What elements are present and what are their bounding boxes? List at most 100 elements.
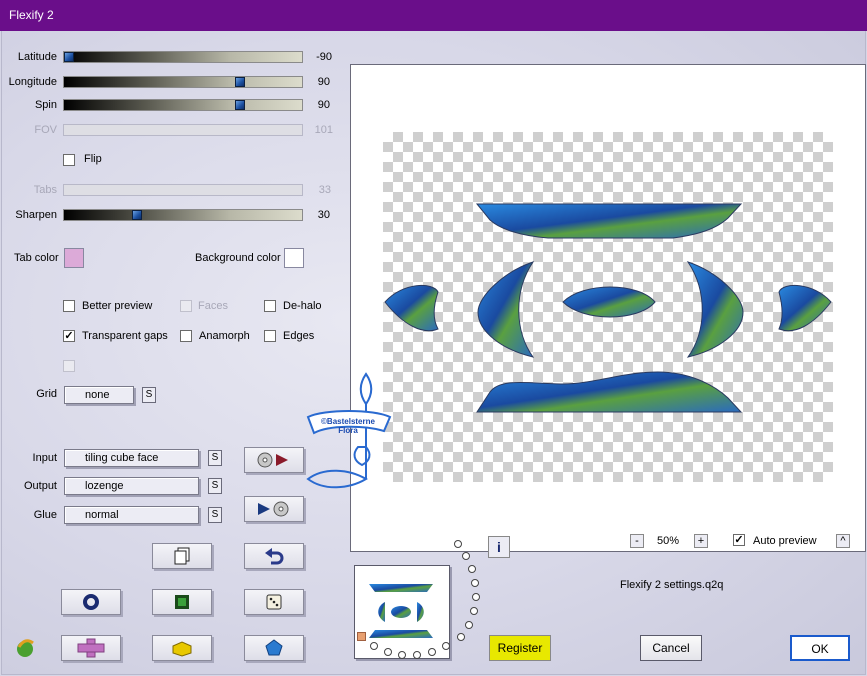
thumbnail-corner-handle[interactable] bbox=[357, 632, 366, 641]
tabs-slider bbox=[63, 184, 303, 196]
pentagon-icon bbox=[265, 639, 283, 656]
nav-dot[interactable] bbox=[413, 651, 421, 659]
nav-dot[interactable] bbox=[472, 593, 480, 601]
flip-label: Flip bbox=[84, 153, 102, 165]
better-preview-label: Better preview bbox=[82, 300, 153, 312]
zoom-value: 50% bbox=[657, 535, 680, 547]
zoom-out-button[interactable]: - bbox=[630, 534, 644, 548]
faces-label: Faces bbox=[198, 300, 228, 312]
anamorph-label: Anamorph bbox=[199, 330, 250, 342]
longitude-slider-thumb[interactable] bbox=[235, 77, 245, 87]
cancel-button[interactable]: Cancel bbox=[640, 635, 702, 661]
latitude-slider-thumb[interactable] bbox=[64, 52, 74, 62]
flexify-logo-icon bbox=[17, 639, 34, 657]
glue-label: Glue bbox=[33, 509, 57, 521]
transparent-gaps-checkbox[interactable]: ✓ bbox=[63, 330, 75, 342]
nav-dot[interactable] bbox=[442, 642, 450, 650]
output-select[interactable]: lozenge bbox=[64, 477, 199, 495]
thumbnail-preview[interactable] bbox=[354, 565, 450, 659]
input-apply-button[interactable] bbox=[244, 447, 304, 473]
glue-select[interactable]: normal bbox=[64, 506, 199, 524]
ok-button[interactable]: OK bbox=[790, 635, 850, 661]
latitude-value: -90 bbox=[316, 51, 332, 63]
pentagon-button[interactable] bbox=[244, 635, 304, 661]
dice-button[interactable] bbox=[244, 589, 304, 615]
ring-icon bbox=[83, 594, 99, 610]
grid-s-button[interactable]: S bbox=[142, 387, 156, 403]
longitude-value: 90 bbox=[317, 76, 330, 88]
ring-button[interactable] bbox=[61, 589, 121, 615]
auto-preview-label: Auto preview bbox=[753, 535, 817, 547]
better-preview-checkbox[interactable] bbox=[63, 300, 75, 312]
input-select[interactable]: tiling cube face bbox=[64, 449, 199, 467]
flexified-image bbox=[384, 203, 832, 413]
zoom-in-button[interactable]: + bbox=[694, 534, 708, 548]
auto-preview-checkbox[interactable]: ✓ bbox=[733, 534, 745, 546]
flip-checkbox[interactable] bbox=[63, 154, 75, 166]
latitude-slider[interactable] bbox=[63, 51, 303, 63]
info-button[interactable]: i bbox=[488, 536, 510, 558]
nav-dot[interactable] bbox=[470, 607, 478, 615]
copy-icon bbox=[174, 547, 190, 565]
transparent-gaps-label: Transparent gaps bbox=[82, 330, 168, 342]
nav-dot[interactable] bbox=[384, 648, 392, 656]
longitude-slider[interactable] bbox=[63, 76, 303, 88]
input-s-button[interactable]: S bbox=[208, 450, 222, 466]
tabs-label: Tabs bbox=[33, 184, 57, 196]
nav-dot[interactable] bbox=[398, 651, 406, 659]
nav-dot[interactable] bbox=[471, 579, 479, 587]
nav-dot[interactable] bbox=[428, 648, 436, 656]
grid-select[interactable]: none bbox=[64, 386, 134, 404]
nav-dot[interactable] bbox=[370, 642, 378, 650]
edges-checkbox[interactable] bbox=[264, 330, 276, 342]
undo-button[interactable] bbox=[244, 543, 304, 569]
square-button[interactable] bbox=[152, 589, 212, 615]
tab-color-swatch[interactable] bbox=[64, 248, 84, 268]
spin-slider[interactable] bbox=[63, 99, 303, 111]
undo-icon bbox=[265, 548, 284, 565]
dice-icon bbox=[266, 594, 282, 610]
longitude-label: Longitude bbox=[8, 76, 57, 88]
output-label: Output bbox=[23, 480, 57, 492]
preview-panel[interactable] bbox=[350, 64, 866, 552]
settings-filename: Flexify 2 settings.q2q bbox=[620, 579, 724, 591]
output-apply-button[interactable] bbox=[244, 496, 304, 522]
glue-s-button[interactable]: S bbox=[208, 507, 222, 523]
nav-dot[interactable] bbox=[465, 621, 473, 629]
fov-slider bbox=[63, 124, 303, 136]
tab-color-label: Tab color bbox=[14, 252, 59, 264]
spin-slider-thumb[interactable] bbox=[235, 100, 245, 110]
fov-value: 101 bbox=[314, 124, 333, 136]
background-color-label: Background color bbox=[195, 252, 281, 264]
anamorph-checkbox[interactable] bbox=[180, 330, 192, 342]
watermark-text: ©Bastelsterne Flora bbox=[321, 417, 375, 435]
sharpen-slider-thumb[interactable] bbox=[132, 210, 142, 220]
register-button[interactable]: Register bbox=[489, 635, 551, 661]
faces-checkbox bbox=[180, 300, 192, 312]
nav-dot[interactable] bbox=[468, 565, 476, 573]
brick-button[interactable] bbox=[152, 635, 212, 661]
sharpen-slider[interactable] bbox=[63, 209, 303, 221]
de-halo-checkbox[interactable] bbox=[264, 300, 276, 312]
nav-dot[interactable] bbox=[462, 552, 470, 560]
preview-image bbox=[383, 132, 833, 482]
cross-button[interactable] bbox=[61, 635, 121, 661]
grid-label: Grid bbox=[36, 388, 57, 400]
square-icon bbox=[175, 595, 189, 609]
latitude-label: Latitude bbox=[17, 51, 57, 63]
copy-button[interactable] bbox=[152, 543, 212, 569]
input-label: Input bbox=[32, 452, 57, 464]
spin-label: Spin bbox=[34, 99, 57, 111]
brick-icon bbox=[172, 641, 192, 657]
nav-dot[interactable] bbox=[454, 540, 462, 548]
output-s-button[interactable]: S bbox=[208, 478, 222, 494]
background-color-swatch[interactable] bbox=[284, 248, 304, 268]
expand-button[interactable]: ^ bbox=[836, 534, 850, 548]
disc-arrow-icon bbox=[257, 452, 288, 468]
arrow-disc-icon bbox=[258, 501, 289, 517]
tabs-value: 33 bbox=[318, 184, 331, 196]
info-icon: i bbox=[497, 539, 501, 555]
extra-checkbox bbox=[63, 360, 75, 372]
nav-dot[interactable] bbox=[457, 633, 465, 641]
sharpen-value: 30 bbox=[317, 209, 330, 221]
